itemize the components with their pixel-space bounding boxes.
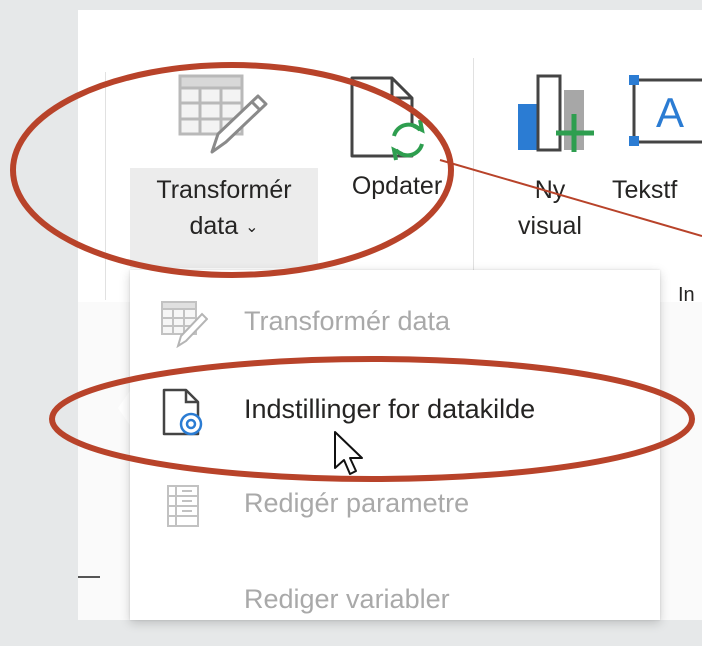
svg-text:A: A: [656, 89, 684, 136]
text-box-icon: A: [629, 75, 702, 146]
refresh-document-icon: [350, 76, 425, 161]
menu-item-edit-variables[interactable]: Rediger variabler: [130, 558, 660, 646]
menu-item-label: Indstillinger for datakilde: [244, 394, 536, 424]
chevron-down-icon: ⌄: [245, 219, 259, 236]
new-visual-line1: Ny: [534, 176, 566, 204]
menu-item-transform-data[interactable]: Transformér data: [130, 280, 660, 368]
transform-data-line2: data ⌄: [189, 212, 259, 240]
new-visual-icon: [518, 74, 594, 152]
text-box-label: Tekstf: [612, 176, 678, 204]
text-box-button[interactable]: Tekstf: [612, 172, 702, 208]
new-visual-line2: visual: [518, 212, 582, 240]
parameters-icon: [167, 485, 199, 527]
transform-data-menu: Transformér data Indstillinger for datak…: [130, 270, 660, 620]
menu-item-label: Transformér data: [244, 306, 451, 336]
transform-data-line1: Transformér: [156, 176, 292, 204]
transform-data-label: Transformér data ⌄: [130, 172, 318, 246]
ribbon-separator: [105, 72, 106, 300]
table-edit-icon: [161, 301, 208, 348]
left-background: [0, 0, 78, 620]
refresh-label: Opdater: [351, 172, 443, 200]
menu-item-label: Redigér parametre: [244, 488, 470, 518]
ribbon-group-label: In: [678, 284, 695, 306]
table-edit-icon: [178, 74, 268, 154]
canvas-edge-marker: [78, 576, 100, 578]
menu-item-data-source-settings[interactable]: Indstillinger for datakilde: [130, 368, 660, 456]
data-source-settings-icon: [162, 388, 203, 436]
new-visual-button[interactable]: Ny visual: [490, 172, 610, 244]
menu-item-label: Rediger variabler: [244, 584, 450, 614]
menu-item-edit-parameters[interactable]: Redigér parametre: [130, 462, 660, 550]
refresh-button[interactable]: Opdater: [322, 168, 472, 224]
ribbon-separator: [473, 58, 474, 300]
